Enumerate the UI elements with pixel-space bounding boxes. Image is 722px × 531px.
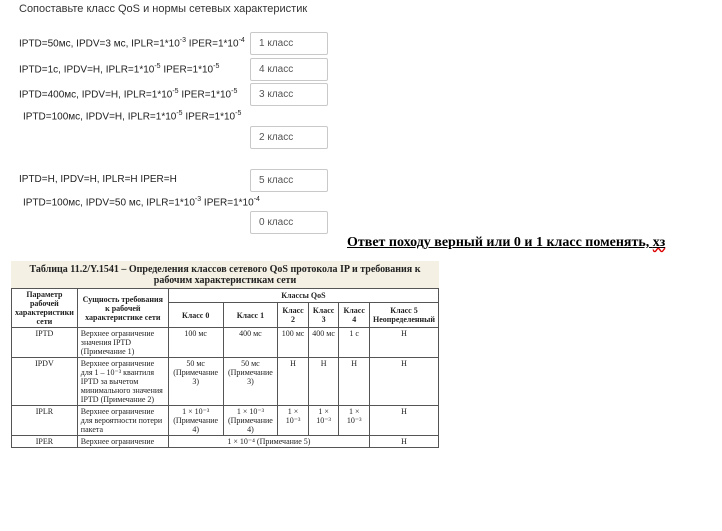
header-class-2: Класс 2 <box>277 302 309 328</box>
desc-cell: Верхнее ограничение для 1 – 10⁻³ квантил… <box>76 357 169 406</box>
header-essence: Сущность требования к рабочей характерис… <box>76 288 169 328</box>
value-cell: 50 мс (Приме­чание 3) <box>167 357 224 406</box>
table-caption: Таблица 11.2/Y.1541 – Определения классо… <box>11 261 439 288</box>
param-cell: IPTD <box>11 327 78 358</box>
value-cell: 1 × 10⁻³ <box>277 405 309 436</box>
header-class-1: Класс 1 <box>222 302 279 328</box>
note-text: Ответ походу верный или 0 и 1 класс поме… <box>347 235 653 250</box>
header-class-3: Класс 3 <box>307 302 340 328</box>
class-select-4[interactable]: 2 класс <box>250 126 328 149</box>
value-cell: 1 × 10⁻³ <box>338 405 370 436</box>
value-cell: Н <box>369 405 439 436</box>
header-param: Параметр рабочей характеристики сети <box>11 288 78 328</box>
row-label-2: IPTD=1с, IPDV=Н, IPLR=1*10-5 IPER=1*10-5 <box>19 63 220 76</box>
value-cell: 1 × 10⁻³ <box>307 405 340 436</box>
note-tail: хз <box>652 235 666 250</box>
param-cell: IPER <box>11 435 78 448</box>
desc-cell: Верхнее ограничение для вероятности поте… <box>76 405 169 436</box>
row-label-3: IPTD=400мс, IPDV=Н, IPLR=1*10-5 IPER=1*1… <box>19 88 238 101</box>
value-cell: 100 мс <box>167 327 224 358</box>
class-select-2[interactable]: 4 класс <box>250 58 328 81</box>
class-select-6[interactable]: 0 класс <box>250 211 328 234</box>
table-row: IPTD Верхнее ограничение значения IPTD (… <box>11 327 439 358</box>
qos-table: Параметр рабочей характеристики сети Сущ… <box>11 287 440 448</box>
value-cell: 400 мс <box>222 327 279 358</box>
value-cell: Н <box>338 357 370 406</box>
value-cell: Н <box>369 357 439 406</box>
class-select-1[interactable]: 1 класс <box>250 32 328 55</box>
param-cell: IPDV <box>11 357 78 406</box>
user-note: Ответ походу верный или 0 и 1 класс поме… <box>347 235 665 251</box>
merged-value-cell: 1 × 10⁻⁴ (Примечание 5) <box>167 435 371 448</box>
value-cell: Н <box>277 357 309 406</box>
table-row: IPLR Верхнее ограничение для вероятности… <box>11 405 439 436</box>
class-select-5[interactable]: 5 класс <box>250 169 328 192</box>
value-cell: Н <box>307 357 340 406</box>
desc-cell: Верхнее ограничение <box>76 435 169 448</box>
header-class-4: Класс 4 <box>338 302 370 328</box>
desc-cell: Верхнее ограничение значения IPTD (Приме… <box>76 327 169 358</box>
class-select-3[interactable]: 3 класс <box>250 83 328 106</box>
param-cell: IPLR <box>11 405 78 436</box>
table-row: IPER Верхнее ограничение 1 × 10⁻⁴ (Приме… <box>11 435 439 448</box>
header-class-0: Класс 0 <box>167 302 224 328</box>
value-cell: 100 мс <box>277 327 309 358</box>
row-label-4: IPTD=100мс, IPDV=Н, IPLR=1*10-5 IPER=1*1… <box>23 110 242 123</box>
value-cell: 50 мс (Приме­чание 3) <box>222 357 279 406</box>
question-title: Сопоставьте класс QoS и нормы сетевых ха… <box>19 3 308 15</box>
value-cell: Н <box>369 435 439 448</box>
row-label-5: IPTD=Н, IPDV=Н, IPLR=Н IPER=Н <box>19 174 177 185</box>
header-classes: Классы QoS <box>167 287 440 304</box>
row-label-1: IPTD=50мс, IPDV=3 мс, IPLR=1*10-3 IPER=1… <box>19 37 245 50</box>
header-class-5: Класс 5 Неопределенный <box>369 302 439 328</box>
value-cell: 400 мс <box>307 327 340 358</box>
value-cell: 1 × 10⁻³ (Приме­чание 4) <box>222 405 279 436</box>
qos-table-image: Таблица 11.2/Y.1541 – Определения классо… <box>11 261 440 511</box>
value-cell: Н <box>369 327 439 358</box>
row-label-6: IPTD=100мс, IPDV=50 мс, IPLR=1*10-3 IPER… <box>23 196 260 209</box>
value-cell: 1 × 10⁻³ (Приме­чание 4) <box>167 405 224 436</box>
value-cell: 1 с <box>338 327 370 358</box>
table-row: IPDV Верхнее ограничение для 1 – 10⁻³ кв… <box>11 357 439 406</box>
